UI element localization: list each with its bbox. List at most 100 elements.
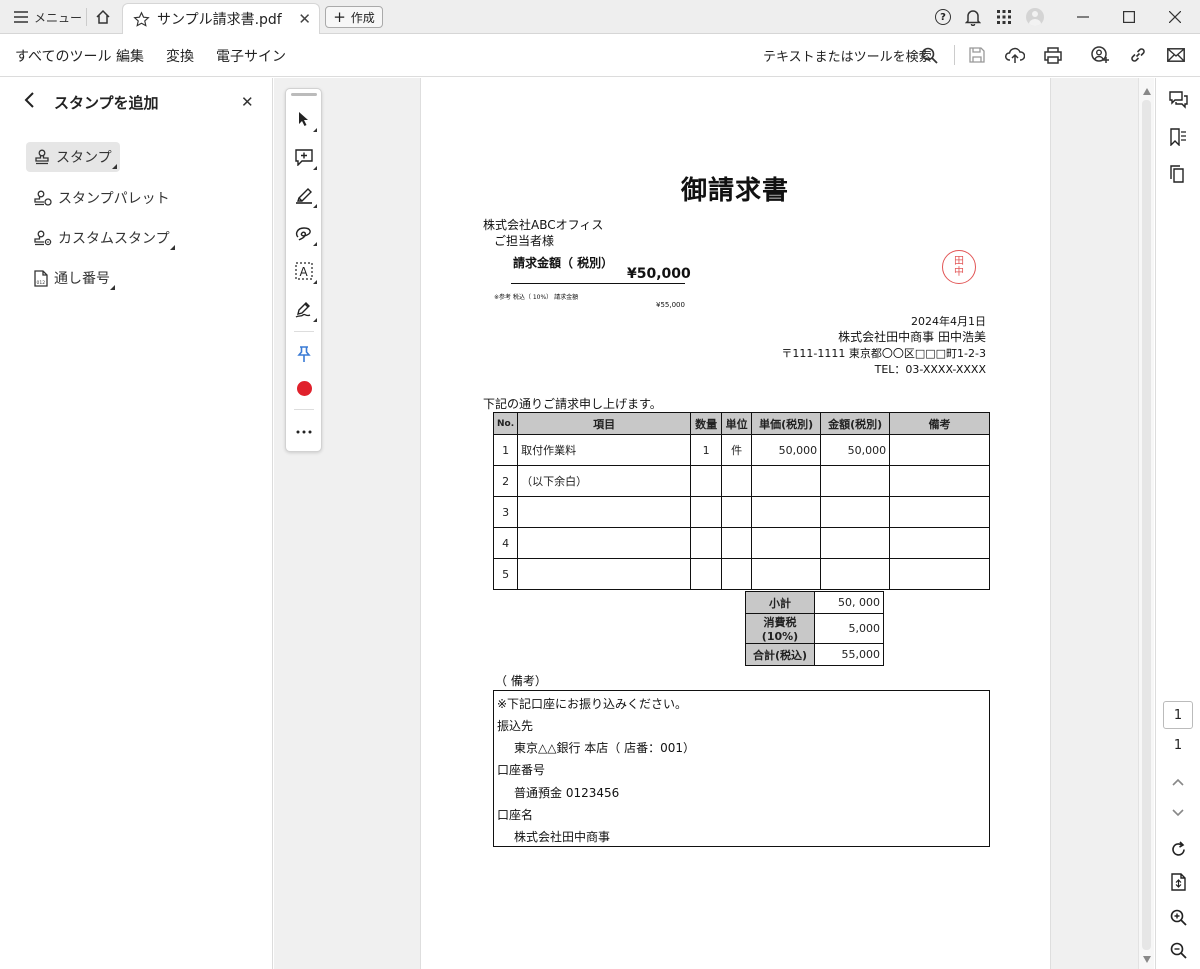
- sign-tool-button[interactable]: [291, 296, 317, 322]
- zoom-in-button[interactable]: [1164, 903, 1192, 931]
- divider: [294, 331, 314, 332]
- add-comment-tool-button[interactable]: [291, 144, 317, 170]
- comment-add-icon: [295, 148, 313, 166]
- stamp-panel: スタンプを追加 ✕ スタンプ スタンプパレット カスタムスタンプ 012 通し番…: [0, 78, 273, 969]
- create-button[interactable]: + 作成: [325, 6, 383, 28]
- maximize-button[interactable]: [1114, 0, 1144, 34]
- select-tool-button[interactable]: [291, 106, 317, 132]
- zoom-out-button[interactable]: [1164, 936, 1192, 964]
- search-tools-label[interactable]: テキストまたはツールを検索: [763, 46, 932, 65]
- close-panel-icon[interactable]: ✕: [241, 93, 254, 111]
- search-button[interactable]: [916, 42, 942, 68]
- minimize-button[interactable]: [1068, 0, 1098, 34]
- expand-corner-icon: [313, 166, 317, 170]
- bookmark-list-icon: [1170, 128, 1186, 146]
- pdf-page: 御請求書 株式会社ABCオフィス ご担当者様 請求金額（ 税別） ¥50,000…: [420, 78, 1051, 969]
- table-row: 3: [492, 496, 990, 528]
- pin-tool-button[interactable]: [291, 341, 317, 367]
- cell-no: 4: [492, 527, 519, 559]
- printer-icon: [1044, 46, 1062, 64]
- previous-page-button[interactable]: [1164, 768, 1192, 796]
- apps-button[interactable]: [993, 0, 1015, 34]
- save-button[interactable]: [964, 42, 990, 68]
- expand-corner-icon: [169, 245, 175, 250]
- scroll-thumb[interactable]: [1142, 100, 1151, 950]
- cell-price: 50,000: [751, 434, 822, 466]
- table-row: 4: [492, 527, 990, 559]
- stamp-menu-palette[interactable]: スタンプパレット: [26, 183, 178, 213]
- toolbar-drag-handle[interactable]: [291, 93, 317, 96]
- stamp-menu-label: スタンプ: [56, 150, 112, 166]
- tab-sample-invoice[interactable]: サンプル請求書.pdf ✕: [122, 3, 320, 34]
- tab-title: サンプル請求書.pdf: [157, 12, 282, 28]
- next-page-button[interactable]: [1164, 799, 1192, 827]
- cell-amount: 50,000: [820, 434, 891, 466]
- expand-corner-icon: [111, 164, 117, 169]
- account-button[interactable]: [1024, 0, 1046, 34]
- scroll-up-arrow-icon[interactable]: [1143, 88, 1151, 95]
- menu-e-sign[interactable]: 電子サイン: [216, 46, 286, 66]
- table-header-row: No. 項目 数量 単位 単価(税別) 金額(税別) 備考: [492, 412, 990, 435]
- mail-icon: [1167, 48, 1185, 62]
- cell-qty: [690, 496, 723, 528]
- pages-button[interactable]: [1164, 160, 1192, 188]
- cell-price: [751, 496, 822, 528]
- serial-number-icon: 012: [34, 269, 48, 287]
- search-icon: [921, 47, 938, 64]
- hamburger-icon: [14, 11, 28, 23]
- rotate-button[interactable]: [1164, 835, 1192, 863]
- share-button[interactable]: [1087, 42, 1113, 68]
- bookmarks-button[interactable]: [1164, 123, 1192, 151]
- menu-button[interactable]: メニュー: [0, 0, 84, 34]
- current-page-input[interactable]: 1: [1163, 701, 1193, 729]
- stamp-menu-stamp[interactable]: スタンプ: [26, 142, 120, 172]
- close-tab-icon[interactable]: ✕: [298, 10, 311, 28]
- page-fit-button[interactable]: [1164, 868, 1192, 896]
- cell-no: 1: [492, 434, 519, 466]
- email-button[interactable]: [1163, 42, 1189, 68]
- vertical-scrollbar[interactable]: [1138, 78, 1154, 969]
- cell-qty: [690, 527, 723, 559]
- more-tools-button[interactable]: [291, 419, 317, 445]
- print-button[interactable]: [1040, 42, 1066, 68]
- custom-stamp-icon: [34, 230, 52, 246]
- cell-no: 2: [492, 465, 519, 497]
- cell-unit: [721, 527, 753, 559]
- annotation-toolbar: A: [285, 88, 322, 452]
- highlighter-icon: [296, 187, 312, 204]
- comments-button[interactable]: [1164, 86, 1192, 114]
- back-icon[interactable]: [24, 92, 36, 113]
- help-button[interactable]: ?: [932, 0, 954, 34]
- remarks-line: 口座番号: [497, 763, 546, 777]
- notifications-button[interactable]: [962, 0, 984, 34]
- pen-sign-icon: [295, 301, 311, 318]
- cell-item: [517, 527, 692, 559]
- expand-corner-icon: [313, 318, 317, 322]
- copy-link-button[interactable]: [1125, 42, 1151, 68]
- text-box-tool-button[interactable]: A: [291, 258, 317, 284]
- menu-edit[interactable]: 編集: [116, 46, 144, 66]
- cell-note: [889, 465, 990, 497]
- scroll-down-arrow-icon[interactable]: [1143, 956, 1151, 963]
- recipient-person: ご担当者様: [494, 234, 555, 248]
- chevron-up-icon: [1172, 778, 1184, 786]
- minimize-icon: [1077, 16, 1089, 18]
- comments-icon: [1168, 91, 1188, 109]
- totals-row: 小計 50, 000: [745, 591, 884, 614]
- star-icon[interactable]: [133, 10, 150, 28]
- home-button[interactable]: [90, 5, 116, 29]
- window-close-button[interactable]: [1160, 0, 1190, 34]
- total-label: 合計(税込): [745, 643, 815, 666]
- upload-button[interactable]: [1002, 42, 1028, 68]
- cell-amount: [820, 465, 891, 497]
- intro-text: 下記の通りご請求申し上げます。: [483, 397, 662, 411]
- stamp-menu-serial-number[interactable]: 012 通し番号: [26, 263, 118, 293]
- stamp-menu-custom[interactable]: カスタムスタンプ: [26, 223, 178, 253]
- menu-all-tools[interactable]: すべてのツール: [15, 46, 111, 66]
- highlight-tool-button[interactable]: [291, 182, 317, 208]
- menu-convert[interactable]: 変換: [166, 46, 194, 66]
- page-fit-icon: [1170, 873, 1186, 891]
- draw-tool-button[interactable]: [291, 220, 317, 246]
- remarks-box: ※下記口座にお振り込みください。 振込先 東京△△銀行 本店（ 店番：001） …: [493, 690, 990, 847]
- color-picker-button[interactable]: [291, 375, 317, 401]
